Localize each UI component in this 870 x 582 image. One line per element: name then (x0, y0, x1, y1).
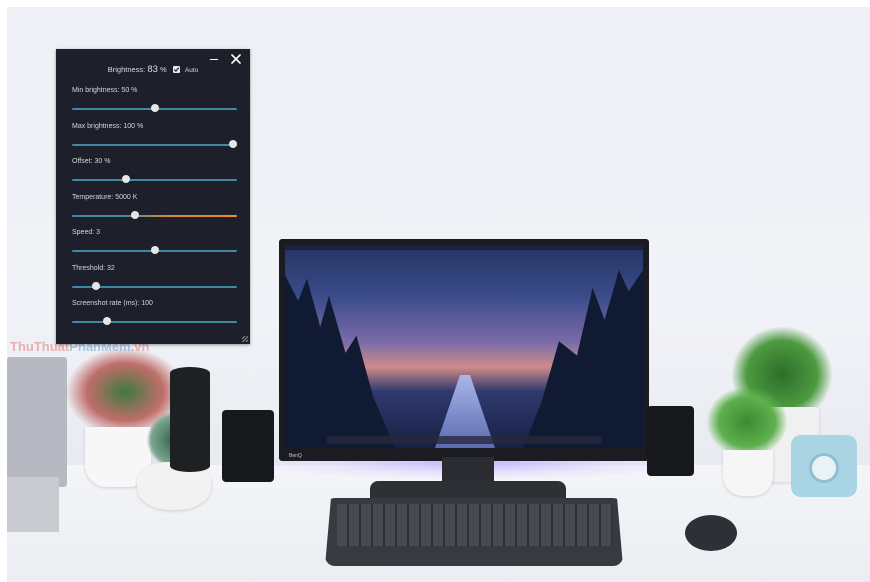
small-plant-pot (723, 450, 773, 496)
keyboard-keys (337, 504, 612, 546)
threshold-value: 32 (107, 264, 115, 272)
screen-menubar (285, 245, 643, 250)
camera-lens (809, 453, 839, 483)
screen-dock (327, 436, 602, 444)
monitor-screen (285, 245, 643, 448)
min-brightness-slider-handle[interactable] (150, 104, 159, 112)
threshold-slider-handle[interactable] (92, 281, 101, 290)
smart-speaker (170, 367, 210, 472)
min-brightness-unit: % (131, 87, 138, 94)
min-brightness-value: 50 (121, 87, 130, 94)
max-brightness-unit: % (137, 122, 144, 130)
resize-grip-icon[interactable] (242, 336, 248, 342)
screenshot-rate-value: 100 (141, 300, 153, 307)
right-speaker (647, 406, 694, 476)
checkmark-icon (173, 67, 180, 72)
auto-label: Auto (184, 67, 199, 74)
laptop-stand (7, 477, 59, 532)
offset-slider-handle[interactable] (122, 175, 131, 183)
instant-camera (791, 435, 857, 497)
laptop (7, 357, 67, 487)
temperature-unit: K (132, 193, 138, 201)
max-brightness-label-text: Max brightness: (72, 122, 122, 130)
screenshot-rate-slider-handle[interactable] (103, 317, 112, 325)
brightness-header: Brightness: 83 % Auto (56, 64, 250, 78)
temperature-label: Temperature: 5000 K (72, 194, 137, 201)
brightness-window: Brightness: 83 % Auto Min brightness: 50… (56, 49, 250, 344)
max-brightness-label: Max brightness: 100 % (72, 123, 143, 130)
monitor: BenQ (279, 239, 649, 461)
offset-value: 30 (94, 158, 103, 165)
brightness-value: 83 (147, 64, 158, 75)
threshold-label-text: Threshold: (72, 264, 106, 272)
wallpaper-trees-left (285, 275, 395, 448)
monitor-brand-label: BenQ (289, 453, 302, 459)
threshold-label: Threshold: 32 (72, 265, 115, 272)
offset-slider-track[interactable] (72, 179, 237, 181)
min-brightness-label-text: Min brightness: (72, 87, 120, 94)
wallpaper-trees-right (523, 270, 643, 448)
speed-slider-handle[interactable] (150, 246, 159, 254)
temperature-slider-handle[interactable] (130, 210, 139, 219)
min-brightness-label: Min brightness: 50 % (72, 87, 137, 94)
max-brightness-value: 100 (123, 122, 136, 130)
screenshot-rate-label-text: Screenshot rate (ms): (72, 300, 140, 307)
max-brightness-slider-track[interactable] (72, 143, 237, 146)
offset-unit: % (104, 158, 111, 165)
small-plant-leaves (707, 387, 787, 457)
temperature-slider-track[interactable] (72, 214, 237, 217)
brightness-unit: % (160, 65, 167, 74)
keyboard (325, 498, 623, 566)
mouse (685, 515, 737, 551)
left-speaker (222, 410, 274, 482)
temperature-label-text: Temperature: (72, 193, 114, 201)
speed-label-text: Speed: (72, 229, 95, 236)
speed-value: 3 (96, 229, 101, 236)
close-icon (231, 54, 241, 64)
max-brightness-slider-handle[interactable] (229, 139, 237, 148)
minimize-icon (210, 59, 218, 61)
screenshot-rate-label: Screenshot rate (ms): 100 (72, 300, 153, 307)
brightness-label: Brightness: (107, 65, 146, 74)
offset-label-text: Offset: (72, 158, 93, 165)
speed-label: Speed: 3 (72, 229, 100, 236)
offset-label: Offset: 30 % (72, 158, 110, 165)
screenshot-rate-slider-track[interactable] (72, 321, 237, 323)
temperature-value: 5000 (115, 193, 131, 201)
auto-checkbox[interactable] (172, 66, 180, 73)
